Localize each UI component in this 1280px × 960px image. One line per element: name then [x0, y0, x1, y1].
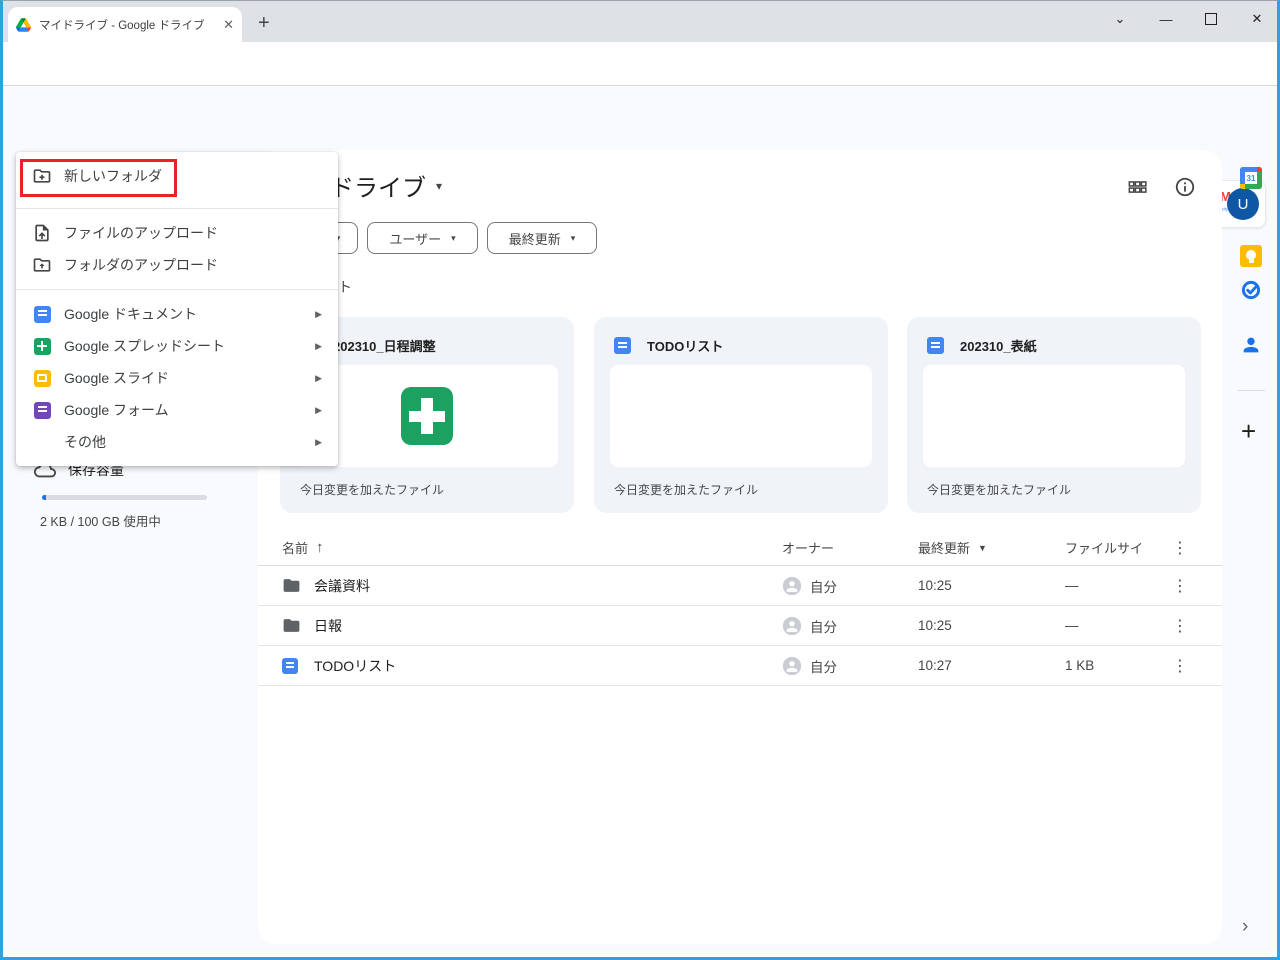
submenu-arrow-icon: ▶ [315, 437, 322, 448]
filter-chip-people[interactable]: ユーザー▾ [367, 222, 478, 254]
column-name[interactable]: 名前↑ [282, 538, 782, 557]
browser-tab[interactable]: マイドライブ - Google ドライブ ✕ [8, 7, 242, 42]
main-content: マイドライブ ▾ 種類▾ ユーザー▾ 最終更新▾ サジェスト 202310_日程… [258, 150, 1222, 944]
forms-icon [34, 402, 51, 419]
browser-window: マイドライブ - Google ドライブ ✕ + ⌄ — ✕ drive.goo… [0, 0, 1280, 960]
sort-desc-icon[interactable]: ▼ [978, 543, 987, 553]
table-header: 名前↑ オーナー 最終更新▼ ファイルサイ ⋮ [258, 530, 1222, 566]
chevron-down-icon: ▾ [571, 233, 576, 244]
modified-time: 10:25 [918, 618, 1065, 633]
table-row[interactable]: 会議資料 自分 10:25 — ⋮ [258, 566, 1222, 606]
new-menu: 新しいフォルダ ファイルのアップロード フォルダのアップロード Google ド… [16, 152, 338, 466]
column-modified[interactable]: 最終更新▼ [918, 538, 1065, 557]
browser-toolbar: drive.google.com/drive/my-drive U ⋮ [0, 42, 1280, 86]
modified-time: 10:27 [918, 658, 1065, 673]
card-caption: 今日変更を加えたファイル [927, 481, 1071, 498]
drive-header: ドライブ ドライブで検索 ECCS Cloud Mail Information… [0, 86, 1280, 146]
minimize-button[interactable]: — [1146, 6, 1186, 32]
slides-icon [34, 370, 51, 387]
docs-icon [927, 337, 944, 354]
new-tab-button[interactable]: + [258, 12, 270, 35]
sheets-logo [401, 387, 453, 445]
browser-titlebar: マイドライブ - Google ドライブ ✕ + ⌄ — ✕ [0, 0, 1280, 42]
storage-usage-text: 2 KB / 100 GB 使用中 [40, 511, 161, 530]
side-panel-divider [1238, 390, 1265, 391]
folder-icon [282, 576, 301, 595]
card-caption: 今日変更を加えたファイル [614, 481, 758, 498]
account-avatar[interactable]: U [1227, 188, 1259, 220]
owner-avatar [782, 656, 802, 676]
title-caret-icon: ▾ [436, 179, 442, 193]
submenu-arrow-icon: ▶ [315, 341, 322, 352]
menu-item-new-folder[interactable]: 新しいフォルダ [16, 152, 338, 200]
menu-item-google-slides[interactable]: Google スライド ▶ [16, 362, 338, 394]
column-owner[interactable]: オーナー [782, 538, 918, 557]
calendar-icon[interactable]: 31 [1240, 167, 1262, 189]
row-options-icon[interactable]: ⋮ [1172, 616, 1222, 636]
menu-item-file-upload[interactable]: ファイルのアップロード [16, 217, 338, 249]
sheets-icon [34, 338, 51, 355]
menu-divider [16, 208, 338, 209]
row-options-icon[interactable]: ⋮ [1172, 576, 1222, 596]
suggested-card[interactable]: TODOリスト 今日変更を加えたファイル [594, 317, 888, 513]
tasks-icon[interactable] [1240, 279, 1262, 301]
menu-item-google-sheets[interactable]: Google スプレッドシート ▶ [16, 330, 338, 362]
grid-view-icon[interactable] [1126, 176, 1149, 199]
menu-divider [16, 289, 338, 290]
file-size: — [1065, 578, 1172, 593]
docs-icon [282, 658, 298, 674]
file-size: 1 KB [1065, 658, 1172, 673]
row-options-icon[interactable]: ⋮ [1172, 656, 1222, 676]
menu-item-more[interactable]: その他 ▶ [16, 426, 338, 458]
card-caption: 今日変更を加えたファイル [300, 481, 444, 498]
folder-icon [282, 616, 301, 635]
info-icon[interactable] [1174, 176, 1196, 198]
suggested-card[interactable]: 202310_表紙 今日変更を加えたファイル [907, 317, 1201, 513]
keep-icon[interactable] [1240, 245, 1262, 267]
file-size: — [1065, 618, 1172, 633]
file-thumbnail [923, 365, 1185, 467]
drive-favicon [16, 18, 31, 32]
owner-avatar [782, 616, 802, 636]
storage-progress-bar [42, 495, 207, 500]
menu-item-google-forms[interactable]: Google フォーム ▶ [16, 394, 338, 426]
folder-upload-icon [32, 255, 52, 275]
submenu-arrow-icon: ▶ [315, 405, 322, 416]
table-row[interactable]: 日報 自分 10:25 — ⋮ [258, 606, 1222, 646]
contacts-icon[interactable] [1240, 334, 1262, 356]
maximize-button[interactable] [1191, 6, 1231, 32]
owner-avatar [782, 576, 802, 596]
new-folder-icon [32, 166, 52, 186]
modified-time: 10:25 [918, 578, 1065, 593]
column-size[interactable]: ファイルサイ [1065, 538, 1172, 557]
docs-icon [614, 337, 631, 354]
tab-search-icon[interactable]: ⌄ [1100, 6, 1140, 32]
menu-item-google-docs[interactable]: Google ドキュメント ▶ [16, 298, 338, 330]
close-button[interactable]: ✕ [1237, 6, 1277, 32]
file-upload-icon [32, 223, 52, 243]
tab-close-icon[interactable]: ✕ [223, 18, 234, 31]
table-options-icon[interactable]: ⋮ [1172, 538, 1222, 558]
get-addons-icon[interactable]: + [1241, 416, 1256, 447]
table-row[interactable]: TODOリスト 自分 10:27 1 KB ⋮ [258, 646, 1222, 686]
file-thumbnail [610, 365, 872, 467]
filter-chip-modified[interactable]: 最終更新▾ [487, 222, 597, 254]
sort-asc-icon[interactable]: ↑ [316, 539, 324, 556]
chevron-down-icon: ▾ [451, 233, 456, 244]
docs-icon [34, 306, 51, 323]
submenu-arrow-icon: ▶ [315, 373, 322, 384]
tab-title: マイドライブ - Google ドライブ [39, 17, 207, 33]
storage-progress-fill [42, 495, 46, 500]
menu-item-folder-upload[interactable]: フォルダのアップロード [16, 249, 338, 281]
side-panel-chevron-icon[interactable]: › [1242, 916, 1248, 938]
submenu-arrow-icon: ▶ [315, 309, 322, 320]
